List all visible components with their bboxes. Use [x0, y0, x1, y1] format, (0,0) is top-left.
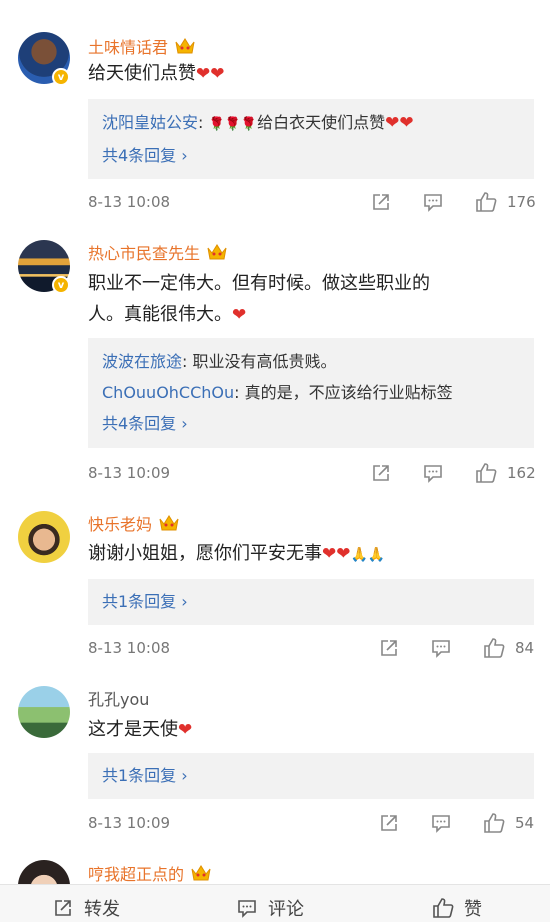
repost-label: 转发: [84, 899, 120, 920]
username[interactable]: 土味情话君: [88, 34, 196, 58]
verified-badge-icon: v: [52, 68, 70, 86]
timestamp: 8-13 10:08: [88, 639, 171, 657]
heart-icon: ❤❤: [385, 113, 414, 133]
share-icon[interactable]: [378, 812, 400, 834]
username-text[interactable]: 孔孔you: [88, 686, 149, 710]
rose-icon: 🌹🌹🌹: [208, 117, 258, 132]
comment-text: 给天使们点赞❤❤: [88, 63, 225, 84]
repost-button[interactable]: 转发: [52, 895, 120, 921]
more-replies-link[interactable]: 共4条回复 ›: [102, 140, 520, 171]
username[interactable]: 快乐老妈: [88, 511, 180, 535]
more-replies-link[interactable]: 共1条回复 ›: [102, 761, 520, 791]
comment-text: 职业不一定伟大。但有时候。做这些职业的 人。真能很伟大。❤: [88, 273, 430, 325]
heart-icon: ❤: [232, 305, 247, 325]
share-icon: [55, 900, 71, 916]
timestamp: 8-13 10:09: [88, 464, 171, 482]
like-label: 赞: [464, 899, 482, 920]
reply-line: ChOuuOhCChOu: 真的是，不应该给行业贴标签: [102, 383, 453, 402]
reply-box[interactable]: 共1条回复 ›: [88, 753, 534, 799]
share-icon[interactable]: [370, 191, 392, 213]
reply-username[interactable]: ChOuuOhCChOu: [102, 383, 234, 402]
crown-icon: [174, 36, 196, 56]
username[interactable]: 孔孔you: [88, 686, 149, 710]
comment-icon: [238, 900, 256, 918]
reply-box[interactable]: 沈阳皇姑公安: 🌹🌹🌹给白衣天使们点赞❤❤ 共4条回复 ›: [88, 99, 534, 179]
like-count: 84: [515, 639, 535, 657]
comment-label: 评论: [268, 899, 304, 920]
avatar[interactable]: [18, 511, 70, 563]
reply-line: 沈阳皇姑公安: 🌹🌹🌹给白衣天使们点赞❤❤: [102, 113, 414, 133]
heart-icon: ❤: [178, 720, 193, 740]
comment-button[interactable]: 评论: [236, 895, 304, 921]
more-replies-link[interactable]: 共1条回复 ›: [102, 587, 520, 617]
thumbs-up-icon: [433, 898, 454, 918]
crown-icon: [190, 863, 212, 883]
reply-line: 波波在旅途: 职业没有高低贵贱。: [102, 352, 337, 371]
comment-meta: 8-13 10:08 84: [88, 637, 534, 661]
heart-icon: ❤❤: [196, 64, 225, 84]
comment-meta: 8-13 10:08 176: [88, 191, 536, 215]
comment-icon[interactable]: [430, 812, 452, 834]
crown-icon: [206, 242, 228, 262]
reply-username[interactable]: 波波在旅途: [102, 352, 182, 371]
thumbs-up-icon[interactable]: [483, 812, 505, 834]
reply-box[interactable]: 波波在旅途: 职业没有高低贵贱。 ChOuuOhCChOu: 真的是，不应该给行…: [88, 338, 534, 448]
comment-text: 谢谢小姐姐，愿你们平安无事❤❤🙏🙏: [88, 543, 386, 564]
reply-username[interactable]: 沈阳皇姑公安: [102, 113, 198, 132]
like-count: 176: [507, 193, 536, 211]
username-text[interactable]: 土味情话君: [88, 34, 168, 58]
more-replies-link[interactable]: 共4条回复 ›: [102, 408, 520, 439]
username-text[interactable]: 热心市民查先生: [88, 240, 200, 264]
thumbs-up-icon[interactable]: [483, 637, 505, 659]
reply-box[interactable]: 共1条回复 ›: [88, 579, 534, 625]
username[interactable]: 热心市民查先生: [88, 240, 228, 264]
comment-icon[interactable]: [430, 637, 452, 659]
crown-icon: [158, 513, 180, 533]
like-count: 54: [515, 814, 535, 832]
username-text[interactable]: 哼我超正点的: [88, 861, 184, 885]
heart-icon: ❤❤: [322, 544, 351, 564]
like-button[interactable]: 赞: [432, 895, 482, 921]
timestamp: 8-13 10:09: [88, 814, 171, 832]
avatar[interactable]: [18, 686, 70, 738]
verified-badge-icon: v: [52, 276, 70, 294]
username[interactable]: 哼我超正点的: [88, 861, 212, 885]
praying-hands-icon: 🙏🙏: [350, 547, 386, 563]
comment-icon[interactable]: [422, 462, 444, 484]
comment-icon[interactable]: [422, 191, 444, 213]
timestamp: 8-13 10:08: [88, 193, 171, 211]
username-text[interactable]: 快乐老妈: [88, 511, 152, 535]
like-count: 162: [507, 464, 536, 482]
comment-text: 这才是天使❤: [88, 719, 193, 740]
bottom-action-bar: 转发 评论 赞: [0, 884, 550, 922]
thumbs-up-icon[interactable]: [475, 462, 497, 484]
share-icon[interactable]: [370, 462, 392, 484]
thumbs-up-icon[interactable]: [475, 191, 497, 213]
share-icon[interactable]: [378, 637, 400, 659]
comment-meta: 8-13 10:09 162: [88, 462, 536, 486]
comment-meta: 8-13 10:09 54: [88, 812, 534, 836]
